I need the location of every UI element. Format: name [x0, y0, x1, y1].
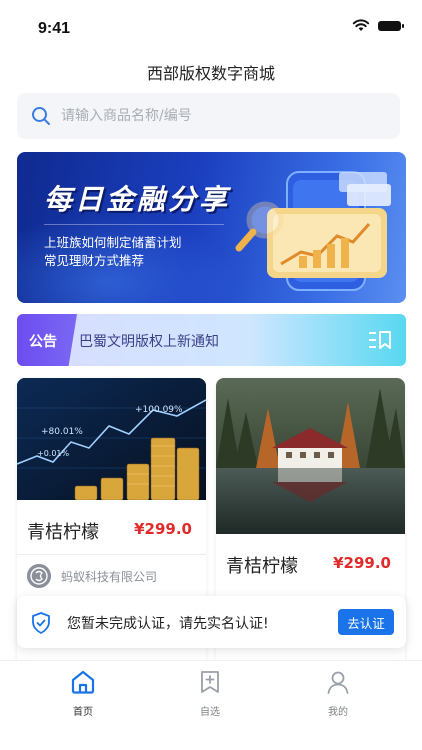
search-input[interactable] — [61, 93, 381, 139]
tab-favorites[interactable]: 自选 — [170, 669, 250, 719]
banner-title: 每日金融分享 — [44, 183, 231, 216]
tab-home[interactable]: 首页 — [43, 669, 123, 719]
battery-icon — [378, 21, 404, 31]
verification-toast: 您暂未完成认证，请先实名认证! 去认证 — [17, 596, 406, 648]
search-icon — [32, 107, 50, 125]
finance-phone-illustration — [235, 171, 391, 291]
wifi-icon — [352, 19, 370, 31]
tab-me[interactable]: 我的 — [298, 669, 378, 719]
card-divider — [17, 554, 206, 555]
verify-message: 您暂未完成认证，请先实名认证! — [67, 616, 269, 632]
status-time: 9:41 — [38, 20, 71, 37]
product-name: 青桔柠檬 — [27, 522, 99, 543]
search-box[interactable] — [17, 93, 400, 139]
product-image-stock-coins: +100.09% +80.01% +0.01% — [17, 378, 206, 500]
notice-list-icon[interactable] — [368, 330, 392, 350]
product-image-lake-house — [216, 378, 405, 534]
page-title: 西部版权数字商城 — [146, 64, 275, 83]
notice-bar[interactable]: 公告 巴蜀文明版权上新通知 — [17, 314, 406, 366]
home-icon — [71, 670, 95, 694]
tab-me-label: 我的 — [328, 707, 348, 718]
verify-button[interactable]: 去认证 — [338, 609, 394, 635]
banner-divider — [44, 224, 224, 225]
notice-text[interactable]: 巴蜀文明版权上新通知 — [79, 331, 219, 351]
banner-subtitle-2: 常见理财方式推荐 — [44, 253, 145, 268]
bookmark-add-icon — [201, 671, 219, 693]
seller-logo-icon — [27, 564, 51, 588]
seller-name: 蚂蚁科技有限公司 — [61, 570, 158, 584]
product-price: ¥299.0 — [134, 520, 192, 538]
product-price: ¥299.0 — [333, 554, 391, 572]
product-name: 青桔柠檬 — [226, 556, 298, 577]
tab-home-label: 首页 — [73, 707, 93, 718]
tab-bar: 首页 自选 我的 — [0, 660, 422, 750]
chart-label-a: +100.09% — [135, 405, 183, 415]
user-icon — [327, 671, 349, 694]
tab-favorites-label: 自选 — [200, 707, 220, 718]
banner-subtitle-1: 上班族如何制定储蓄计划 — [44, 235, 182, 250]
notice-tag-label: 公告 — [29, 334, 57, 350]
chart-label-c: +0.01% — [37, 449, 70, 458]
status-bar: 9:41 — [0, 0, 422, 50]
chart-label-b: +80.01% — [41, 427, 83, 437]
shield-check-icon — [32, 612, 50, 634]
promo-banner[interactable]: 每日金融分享 上班族如何制定储蓄计划 常见理财方式推荐 — [17, 152, 406, 303]
